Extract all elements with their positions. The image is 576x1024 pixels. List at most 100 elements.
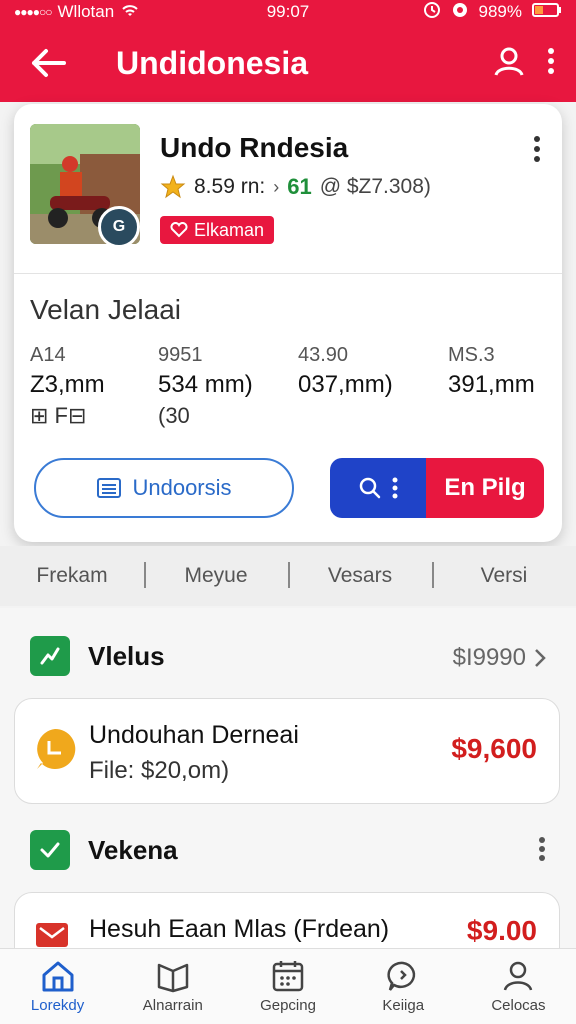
heart-icon (170, 222, 188, 238)
stat-1: A14 Z3,mm ⊞ F⊟ (30, 344, 105, 429)
category-tag[interactable]: Elkaman (160, 216, 275, 244)
nav-label: Gepcing (260, 997, 316, 1014)
more-vertical-icon (548, 47, 554, 74)
app-bar: Undidonesia (0, 24, 576, 102)
status-right: 989% (423, 1, 562, 24)
product-card: G Undo Rndesia 8.59 rn: › 61 @ $Z7.308) … (14, 104, 562, 542)
brand-badge: G (98, 206, 140, 248)
section-vekena-header[interactable]: Vekena (30, 830, 178, 870)
stat-2: 9951 534 mm) (30 (158, 344, 253, 429)
meta-price: @ $Z7.308) (319, 175, 431, 198)
more-vertical-icon (539, 837, 545, 861)
chat-icon (387, 961, 416, 991)
meta-count: 61 (287, 174, 312, 199)
arrow-left-icon (32, 49, 66, 77)
person-icon (504, 961, 533, 991)
item-sub: File: $20,om) (89, 757, 229, 785)
stat-value: 391,mm (448, 371, 535, 398)
check-icon (30, 830, 70, 870)
nav-lorekdy[interactable]: Lorekdy (0, 949, 115, 1024)
search-icon (359, 477, 381, 499)
stat-4: MS.3 391,mm (448, 344, 535, 399)
appbar-actions (492, 44, 576, 83)
nav-alnarrain[interactable]: Alnarrain (115, 949, 230, 1024)
battery-percent: 989% (478, 2, 522, 21)
nav-keiiga[interactable]: Keiiga (346, 949, 461, 1024)
nav-celocas[interactable]: Celocas (461, 949, 576, 1024)
item-sub-value: $20,om) (141, 757, 230, 784)
stat-label: MS.3 (448, 344, 495, 366)
stat-value: 534 mm) (158, 371, 253, 398)
book-icon (157, 963, 189, 993)
back-button[interactable] (0, 24, 96, 102)
stat-sub: ⊞ F⊟ (30, 403, 87, 428)
calendar-icon (272, 961, 304, 992)
tab-vesars[interactable]: Vesars (288, 562, 432, 588)
dnd-icon (451, 1, 469, 24)
list-icon (97, 478, 122, 498)
more-vertical-icon (534, 136, 540, 162)
section-more-button[interactable] (538, 836, 546, 867)
en-pilg-button[interactable]: En Pilg (426, 458, 544, 518)
nav-gepcing[interactable]: Gepcing (230, 949, 345, 1024)
nav-label: Keiiga (382, 997, 425, 1014)
segment-tabs: Frekam Meyue Vesars Versi (0, 546, 576, 606)
product-name: Undo Rndesia (160, 132, 349, 163)
page-title: Undidonesia (116, 44, 309, 81)
star-icon (160, 174, 186, 199)
stat-value: Z3,mm (30, 371, 105, 398)
stats-grid: A14 Z3,mm ⊞ F⊟ 9951 534 mm) (30 43.90 03… (30, 344, 550, 434)
search-action-button[interactable]: En Pilg (330, 458, 544, 518)
more-menu-button[interactable] (546, 46, 556, 81)
search-segment[interactable] (330, 458, 426, 518)
stat-sub: (30 (158, 403, 190, 428)
home-icon (42, 961, 74, 992)
wifi-icon (120, 2, 140, 23)
battery-icon (532, 2, 562, 23)
product-more-button[interactable] (532, 134, 542, 169)
section-vlelus-header[interactable]: Vlelus (30, 636, 165, 676)
product-meta: 8.59 rn: › 61 @ $Z7.308) (160, 174, 431, 200)
status-left: ●●●●○○ Wllotan (14, 2, 140, 23)
item-price: $9,600 (451, 733, 537, 764)
item-title: Hesuh Eaan Mlas (Frdean) (89, 915, 390, 943)
section-title: Vekena (88, 834, 178, 865)
person-icon (494, 47, 524, 76)
item-price: $9.00 (466, 915, 537, 946)
tab-meyue[interactable]: Meyue (144, 562, 288, 588)
stat-3: 43.90 037,mm) (298, 344, 393, 399)
nav-label: Celocas (491, 997, 546, 1014)
undoorsis-button[interactable]: Undoorsis (34, 458, 294, 518)
nav-label: Alnarrain (142, 997, 203, 1014)
tab-versi[interactable]: Versi (432, 562, 576, 588)
stat-label: A14 (30, 344, 66, 366)
signal-icon: ●●●●○○ (14, 5, 52, 19)
status-bar: ●●●●○○ Wllotan 99:07 989% (0, 0, 576, 24)
coin-icon (33, 727, 77, 776)
rating-text: 8.59 rn: (194, 175, 266, 198)
section-amount[interactable]: $I9990 (453, 644, 546, 672)
profile-button[interactable] (492, 44, 526, 83)
section-title: Vlelus (88, 640, 165, 671)
more-vertical-icon (392, 477, 398, 499)
item-sub-label: File: (89, 757, 135, 784)
details-title: Velan Jelaai (30, 294, 182, 325)
carrier-text: Wllotan (57, 2, 115, 21)
tab-frekam[interactable]: Frekam (0, 564, 144, 588)
bottom-nav: Lorekdy Alnarrain Gepcing Keiiga Celocas (0, 948, 576, 1024)
stat-label: 43.90 (298, 344, 349, 366)
amount-text: $I9990 (452, 644, 526, 671)
separator-icon: › (273, 176, 280, 197)
chevron-right-icon (535, 649, 546, 667)
chart-icon (30, 636, 70, 676)
list-area: Vlelus $I9990 Undouhan Derneai File: $20… (0, 608, 576, 972)
alarm-icon (423, 1, 441, 24)
stat-value: 037,mm) (298, 371, 393, 398)
stat-label: 9951 (158, 344, 203, 366)
item-title: Undouhan Derneai (89, 721, 299, 749)
tag-label: Elkaman (194, 219, 265, 240)
product-header: G Undo Rndesia 8.59 rn: › 61 @ $Z7.308) … (14, 104, 562, 274)
nav-label: Lorekdy (30, 997, 85, 1014)
list-item-undouhan[interactable]: Undouhan Derneai File: $20,om) $9,600 (14, 698, 560, 804)
button-label: Undoorsis (132, 475, 232, 500)
